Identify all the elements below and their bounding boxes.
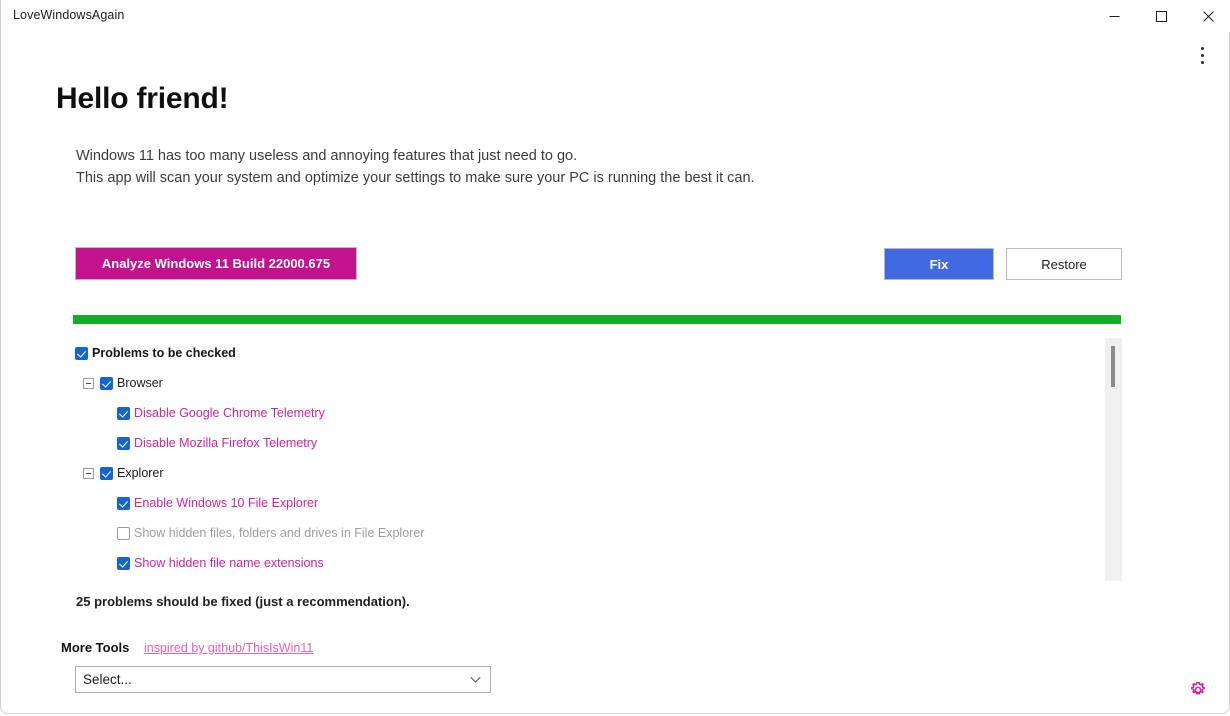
problems-tree[interactable]: Problems to be checked Browser Disable G… xyxy=(73,338,1123,581)
tree-row[interactable]: Disable Google Chrome Telemetry xyxy=(73,398,1123,428)
item-checkbox[interactable] xyxy=(117,497,130,510)
intro-line-2: This app will scan your system and optim… xyxy=(76,167,755,189)
scan-progress-bar xyxy=(73,315,1121,324)
maximize-icon xyxy=(1156,11,1167,22)
tree-row[interactable]: Disable Mozilla Firefox Telemetry xyxy=(73,428,1123,458)
close-icon xyxy=(1203,11,1214,22)
maximize-button[interactable] xyxy=(1138,0,1184,32)
tree-row[interactable]: Explorer xyxy=(73,458,1123,488)
minimize-button[interactable] xyxy=(1091,0,1137,32)
restore-button[interactable]: Restore xyxy=(1006,248,1122,280)
close-button[interactable] xyxy=(1185,0,1230,32)
inspired-by-link[interactable]: inspired by github/ThisIsWin11 xyxy=(144,641,313,655)
more-tools-select[interactable]: Select... xyxy=(75,666,491,693)
analyze-button[interactable]: Analyze Windows 11 Build 22000.675 xyxy=(75,247,357,280)
item-checkbox[interactable] xyxy=(117,557,130,570)
summary-text: 25 problems should be fixed (just a reco… xyxy=(76,594,410,609)
tree-root-label: Problems to be checked xyxy=(92,346,236,360)
settings-button[interactable] xyxy=(1187,679,1209,701)
tree-item-label: Enable Windows 10 File Explorer xyxy=(134,496,318,510)
tree-item-label: Disable Mozilla Firefox Telemetry xyxy=(134,436,317,450)
app-title: LoveWindowsAgain xyxy=(13,8,124,22)
chevron-down-icon xyxy=(470,676,481,683)
more-tools-label: More Tools xyxy=(61,640,129,655)
title-bar: LoveWindowsAgain xyxy=(1,0,1230,32)
tree-row[interactable]: Enable Windows 10 File Explorer xyxy=(73,488,1123,518)
collapse-browser-icon[interactable] xyxy=(83,378,94,389)
tree-row[interactable]: Problems to be checked xyxy=(73,338,1123,368)
more-options-button[interactable] xyxy=(1189,42,1215,68)
group-checkbox-browser[interactable] xyxy=(100,377,113,390)
item-checkbox[interactable] xyxy=(117,437,130,450)
tree-scrollbar[interactable] xyxy=(1105,338,1122,581)
group-checkbox-explorer[interactable] xyxy=(100,467,113,480)
tree-group-label: Browser xyxy=(117,376,163,390)
root-checkbox[interactable] xyxy=(75,347,88,360)
kebab-menu-icon xyxy=(1201,45,1204,66)
item-checkbox[interactable] xyxy=(117,527,130,540)
page-title: Hello friend! xyxy=(56,82,228,116)
collapse-explorer-icon[interactable] xyxy=(83,468,94,479)
tree-row[interactable]: Show hidden files, folders and drives in… xyxy=(73,518,1123,548)
intro-text: Windows 11 has too many useless and anno… xyxy=(76,145,755,189)
tree-row[interactable]: Browser xyxy=(73,368,1123,398)
tree-item-label: Show hidden file name extensions xyxy=(134,556,324,570)
more-tools-select-value: Select... xyxy=(83,672,132,687)
tree-item-label: Disable Google Chrome Telemetry xyxy=(134,406,325,420)
tree-scrollbar-thumb[interactable] xyxy=(1111,346,1115,387)
intro-line-1: Windows 11 has too many useless and anno… xyxy=(76,145,755,167)
gear-icon xyxy=(1188,680,1208,700)
tree-item-label: Show hidden files, folders and drives in… xyxy=(134,526,424,540)
minimize-icon xyxy=(1109,11,1120,22)
app-window: LoveWindowsAgain Hello friend! Windows 1… xyxy=(0,0,1230,714)
fix-button[interactable]: Fix xyxy=(884,248,994,280)
tree-row[interactable]: Show hidden file name extensions xyxy=(73,548,1123,578)
tree-group-label: Explorer xyxy=(117,466,164,480)
item-checkbox[interactable] xyxy=(117,407,130,420)
scan-progress-fill xyxy=(73,315,1121,324)
